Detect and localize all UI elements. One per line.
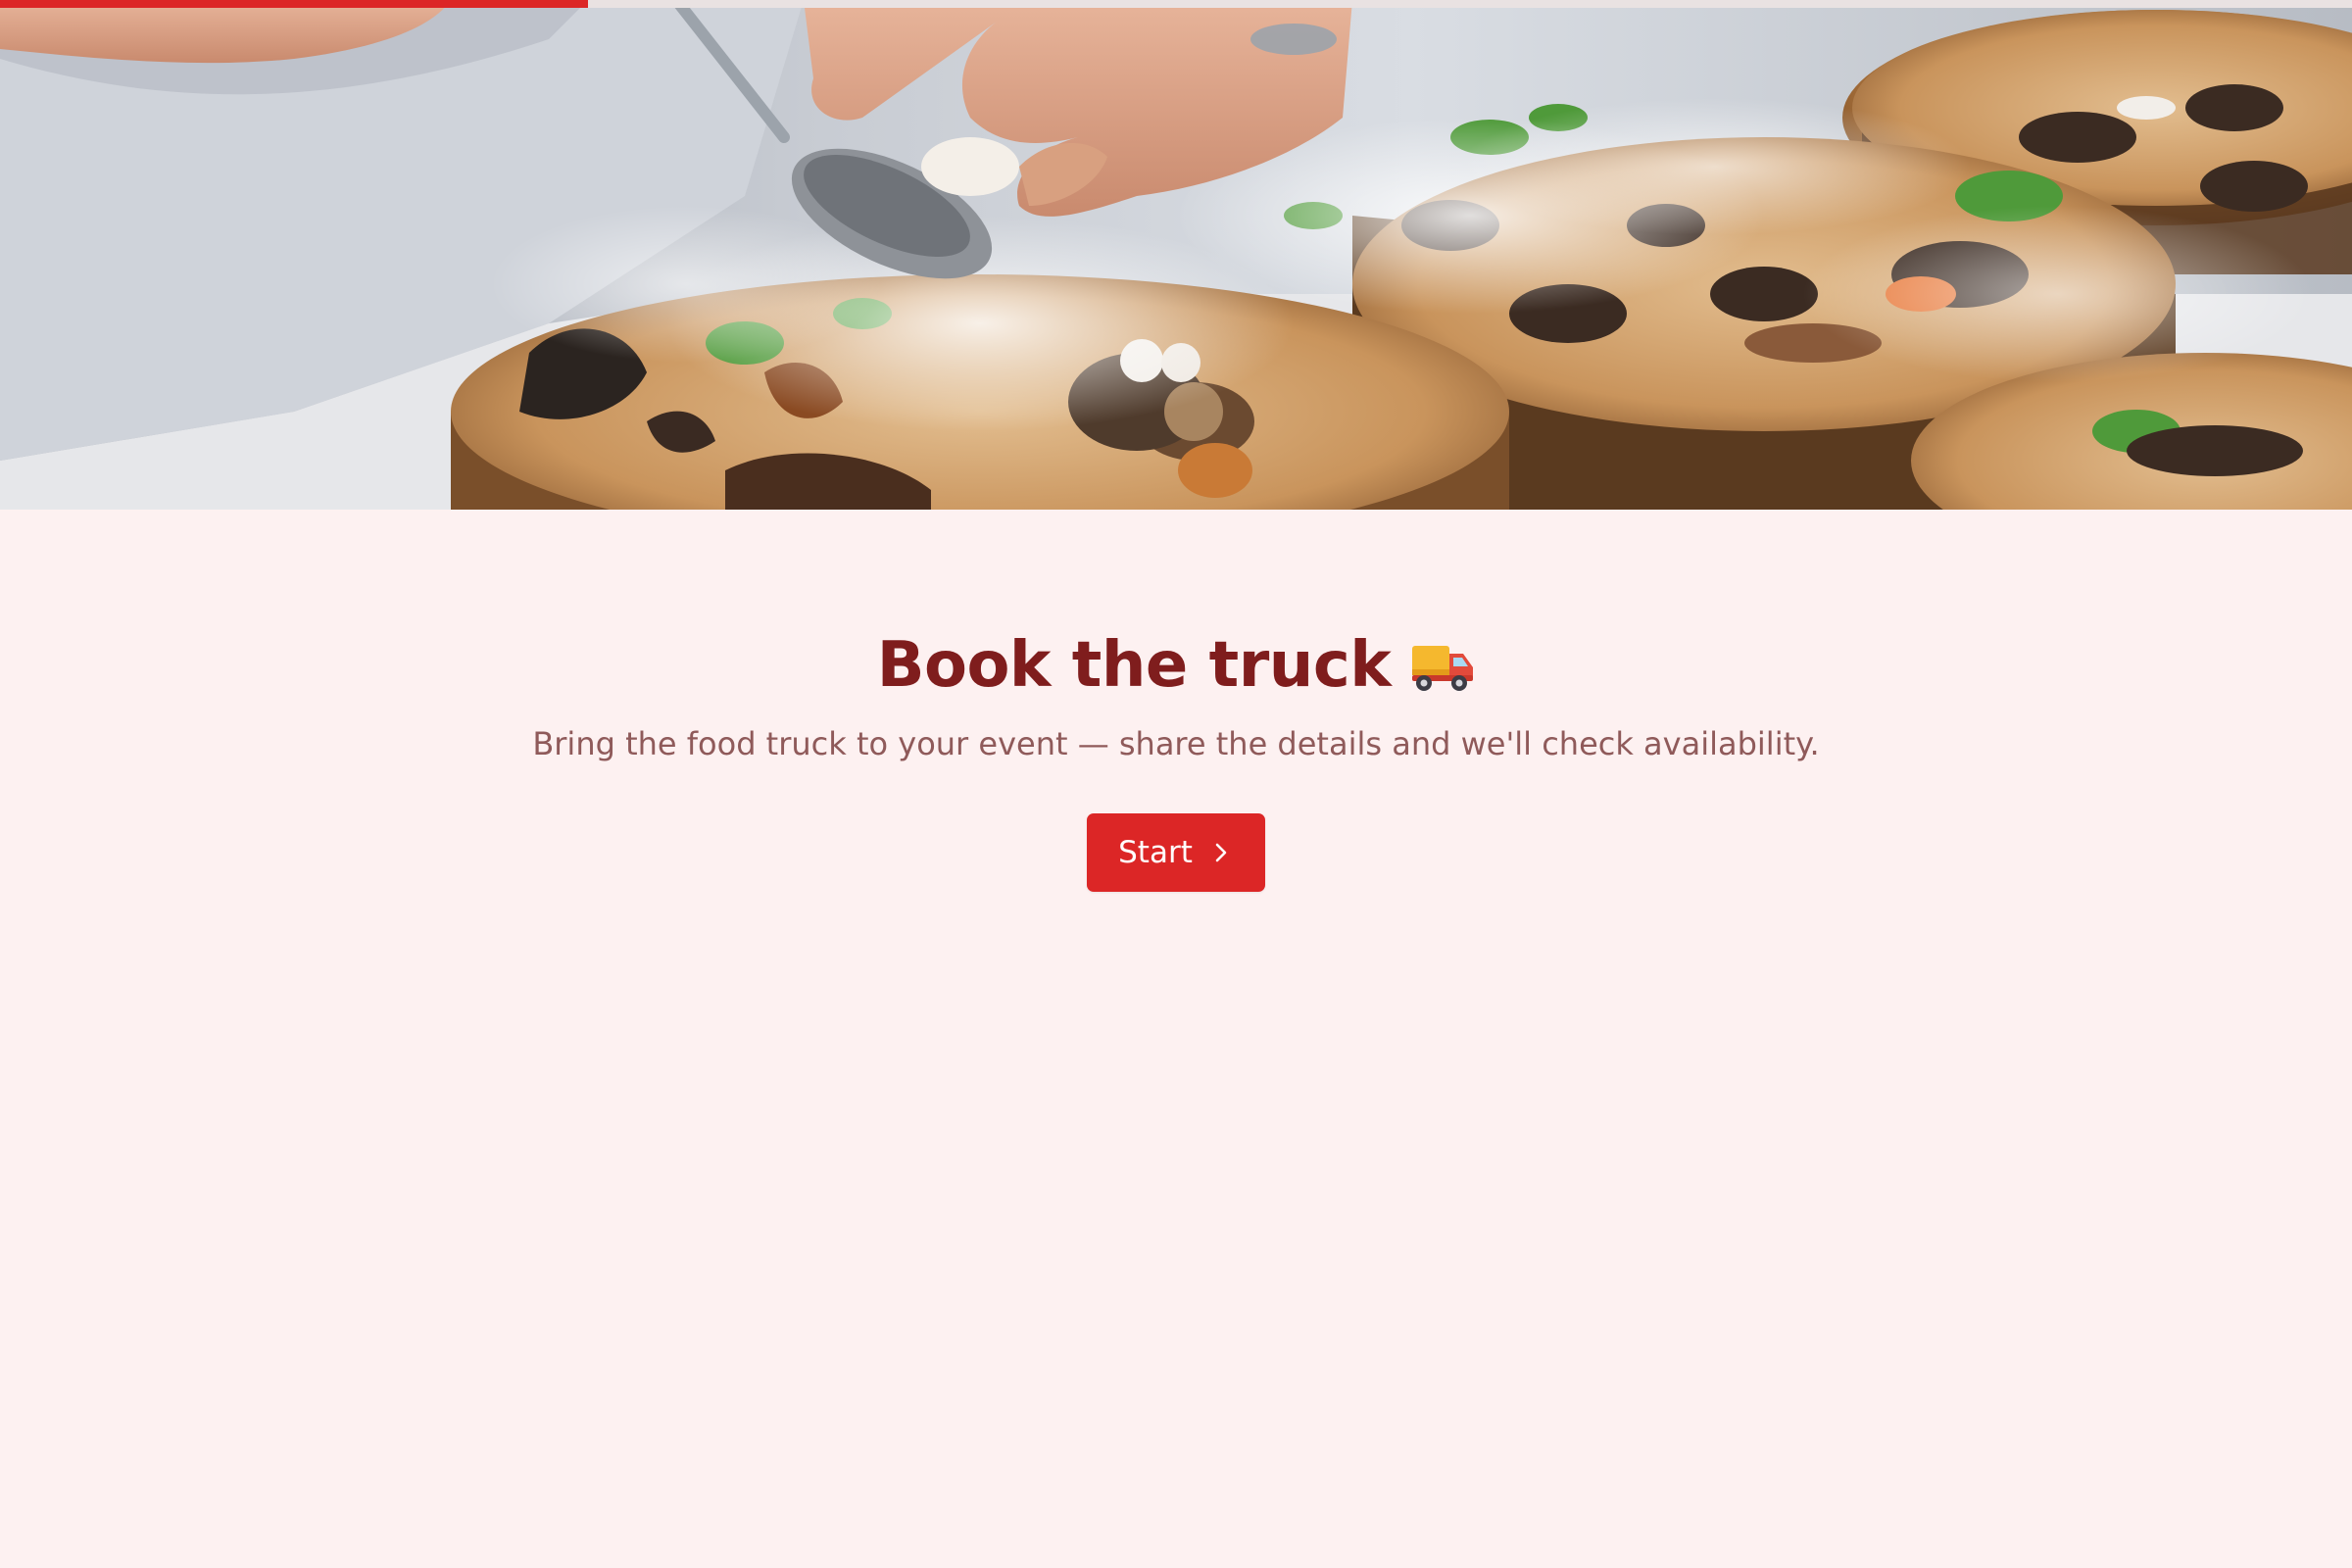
progress-bar: [0, 0, 2352, 8]
chef-plating-food-photo: [0, 0, 2352, 510]
hero-image: [0, 0, 2352, 510]
progress-bar-fill: [0, 0, 588, 8]
start-button[interactable]: Start: [1087, 813, 1265, 893]
delivery-truck-icon: [1412, 645, 1474, 691]
title-text: Book the truck: [876, 629, 1392, 702]
subtitle: Bring the food truck to your event — sha…: [532, 724, 1820, 762]
start-button-label: Start: [1118, 835, 1193, 871]
main-content: Book the truck Bring the food truck to y…: [0, 510, 2352, 893]
chevron-right-icon: [1215, 843, 1227, 862]
page-title: Book the truck: [876, 629, 1476, 703]
